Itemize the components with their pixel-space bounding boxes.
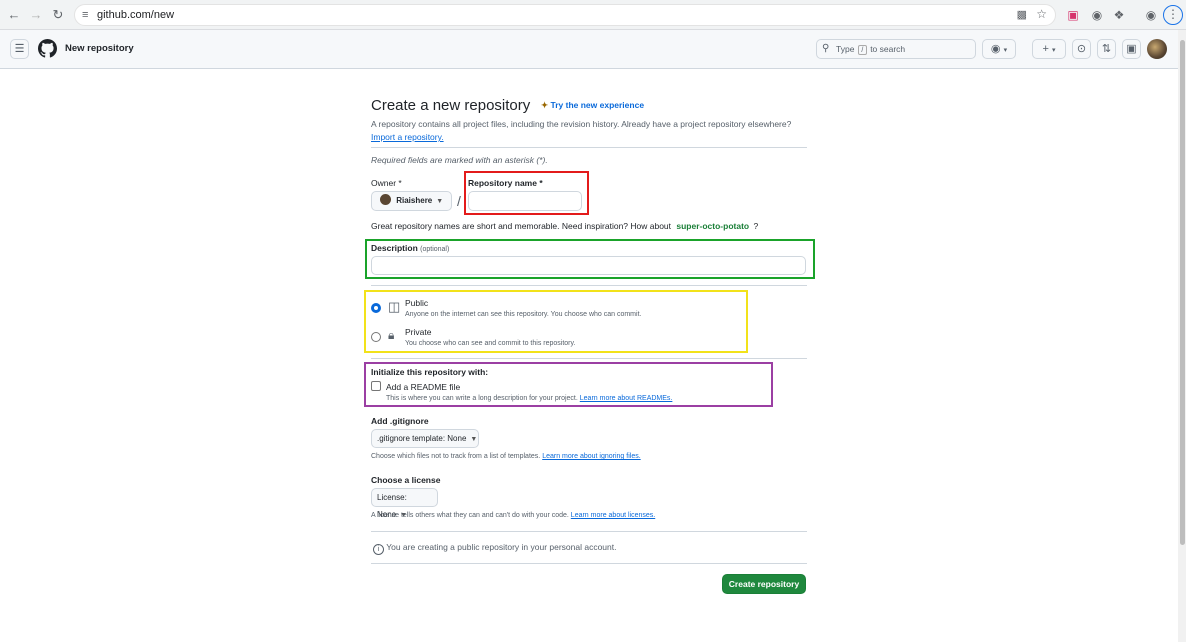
gitignore-heading: Add .gitignore (371, 416, 429, 426)
gitignore-dropdown[interactable]: .gitignore template: None ▼ (371, 429, 479, 448)
license-learn-more-link[interactable]: Learn more about licenses. (571, 512, 655, 519)
info-message: i You are creating a public repository i… (373, 542, 617, 555)
license-description: A license tells others what they can and… (371, 512, 655, 519)
github-logo-icon[interactable] (38, 39, 57, 58)
divider (371, 358, 807, 359)
annotation-box-init (364, 362, 773, 407)
search-input[interactable]: ⚲ Type / to search (816, 39, 976, 59)
intro-description: A repository contains all project files,… (371, 119, 792, 129)
owner-dropdown[interactable]: Riaishere ▼ (371, 191, 452, 211)
license-description-text: A license tells others what they can and… (371, 512, 569, 519)
divider (371, 147, 807, 148)
gitignore-description-text: Choose which files not to track from a l… (371, 453, 541, 460)
site-info-icon[interactable]: ≡ (82, 9, 88, 21)
browser-menu-icon[interactable]: ⋮ (1163, 5, 1183, 25)
scrollbar-thumb[interactable] (1180, 40, 1185, 545)
sparkle-icon: ✦ (541, 100, 549, 110)
license-dropdown[interactable]: License: None ▼ (371, 488, 438, 519)
annotation-box-description (365, 239, 815, 279)
issues-icon[interactable]: ⊙ (1072, 39, 1091, 59)
suggested-name[interactable]: super-octo-potato (676, 221, 749, 231)
inspiration-suffix: ? (753, 221, 759, 231)
import-repository-link[interactable]: Import a repository. (371, 132, 444, 142)
extension-badge-icon[interactable]: ◉ (1088, 6, 1106, 24)
owner-repo-separator: / (457, 193, 461, 209)
info-text: You are creating a public repository in … (386, 542, 617, 552)
extension-icon[interactable]: ▣ (1064, 6, 1082, 24)
back-icon[interactable]: ← (5, 6, 23, 24)
create-new-button[interactable]: + ▾ (1032, 39, 1066, 59)
try-new-experience-link[interactable]: ✦ Try the new experience (541, 100, 644, 111)
annotation-box-visibility (364, 290, 748, 353)
divider (371, 285, 807, 286)
install-app-icon[interactable]: ▩ (1017, 8, 1027, 21)
hamburger-menu-icon[interactable]: ☰ (10, 39, 29, 59)
inspiration-text: Great repository names are short and mem… (371, 221, 758, 231)
page-context-title: New repository (65, 43, 134, 54)
extensions-puzzle-icon[interactable]: ❖ (1110, 6, 1128, 24)
gitignore-learn-more-link[interactable]: Learn more about ignoring files. (542, 453, 640, 460)
gitignore-button-label: .gitignore template: None (377, 434, 467, 443)
address-bar[interactable]: ≡ github.com/new ▩ ☆ (74, 4, 1056, 26)
info-icon: i (373, 544, 384, 555)
try-new-experience-label: Try the new experience (550, 100, 645, 110)
page-title: Create a new repository (371, 97, 531, 114)
inbox-icon[interactable]: ▣ (1122, 39, 1141, 59)
forward-icon[interactable]: → (27, 6, 45, 24)
url-text: github.com/new (97, 9, 175, 21)
browser-toolbar: ← → ↻ ≡ github.com/new ▩ ☆ ▣ ◉ ❖ ◉ ⋮ (0, 0, 1186, 30)
search-placeholder-suffix: to search (870, 44, 906, 54)
license-heading: Choose a license (371, 475, 441, 485)
required-fields-note: Required fields are marked with an aster… (371, 155, 548, 165)
chevron-down-icon: ▼ (470, 436, 478, 443)
gitignore-description: Choose which files not to track from a l… (371, 453, 641, 460)
copilot-button[interactable]: ◉ ▾ (982, 39, 1016, 59)
owner-label: Owner * (371, 178, 402, 188)
search-placeholder: Type (836, 44, 855, 54)
divider (371, 531, 807, 532)
intro-text: A repository contains all project files,… (371, 118, 811, 144)
owner-avatar (380, 194, 391, 205)
github-header: ☰ New repository ⚲ Type / to search ◉ ▾ … (0, 30, 1178, 69)
inspiration-prefix: Great repository names are short and mem… (371, 221, 672, 231)
annotation-box-repo-name (464, 171, 589, 215)
user-avatar[interactable] (1147, 39, 1167, 59)
reload-icon[interactable]: ↻ (49, 6, 67, 24)
pull-requests-icon[interactable]: ⇅ (1097, 39, 1116, 59)
search-icon: ⚲ (822, 43, 830, 54)
divider (371, 563, 807, 564)
chevron-down-icon: ▼ (436, 198, 444, 205)
search-shortcut-key: / (857, 45, 867, 55)
create-repository-button[interactable]: Create repository (722, 574, 806, 594)
owner-value: Riaishere (396, 196, 433, 205)
bookmark-star-icon[interactable]: ☆ (1036, 7, 1047, 21)
incognito-icon[interactable]: ◉ (1142, 6, 1160, 24)
